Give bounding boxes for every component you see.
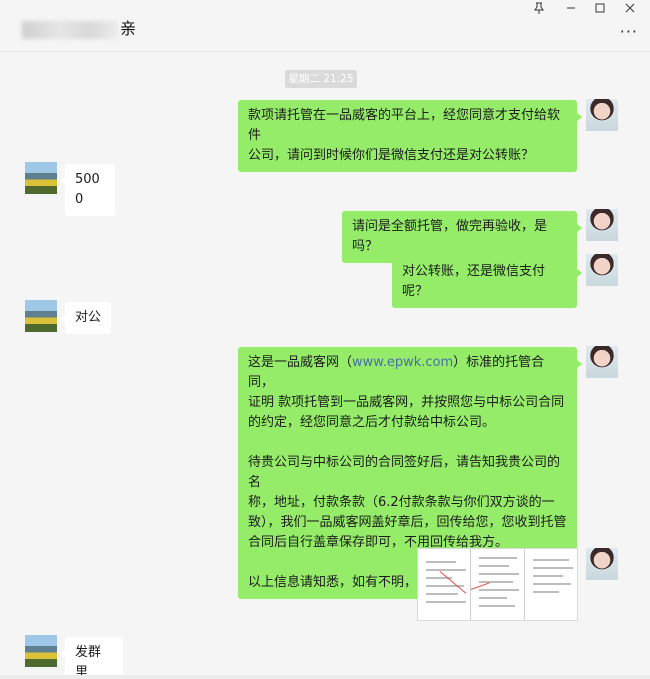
my-avatar[interactable]: [586, 99, 618, 131]
close-icon[interactable]: [619, 2, 641, 18]
message-bubble-outgoing[interactable]: 对公转账，还是微信支付呢？: [392, 256, 582, 308]
message-bubble-outgoing[interactable]: 款项请托管在一品威客的平台上，经您同意才支付给软件 公司，请问到时候你们是微信支…: [238, 100, 582, 172]
input-area-edge: [0, 675, 650, 679]
redacted-name: [22, 20, 118, 39]
contract-image-attachment[interactable]: [417, 548, 578, 621]
contact-avatar[interactable]: [25, 162, 57, 194]
my-avatar[interactable]: [586, 209, 618, 241]
pin-icon[interactable]: [528, 2, 550, 18]
chat-title-suffix: 亲: [120, 19, 137, 38]
more-icon[interactable]: ···: [620, 22, 638, 41]
document-page-thumbnail: [524, 549, 577, 620]
document-page-thumbnail: [418, 549, 472, 620]
document-page-thumbnail: [471, 549, 525, 620]
my-avatar[interactable]: [586, 548, 618, 580]
epwk-link[interactable]: www.epwk.com: [352, 355, 453, 370]
contact-avatar[interactable]: [25, 300, 57, 332]
chat-title: 亲: [22, 15, 136, 39]
minimize-icon[interactable]: [560, 2, 582, 18]
my-avatar[interactable]: [586, 254, 618, 286]
maximize-icon[interactable]: [589, 2, 611, 18]
message-bubble-incoming[interactable]: 5000: [60, 164, 115, 216]
message-bubble-incoming[interactable]: 发群里: [60, 637, 123, 679]
contact-avatar[interactable]: [25, 635, 57, 667]
message-bubble-incoming[interactable]: 对公: [60, 302, 111, 334]
my-avatar[interactable]: [586, 346, 618, 378]
chat-header: 亲 ···: [0, 0, 650, 52]
message-text: 这是一品威客网（: [248, 355, 353, 370]
message-timestamp: 星期二 21:25: [285, 70, 357, 88]
